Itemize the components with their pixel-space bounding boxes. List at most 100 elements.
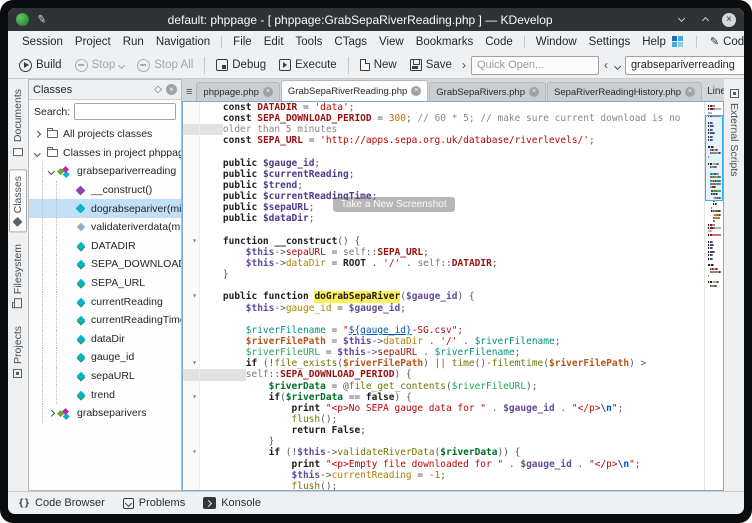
- minimize-icon[interactable]: [674, 13, 688, 27]
- code-token: =: [372, 113, 389, 124]
- fold-marker-icon[interactable]: ▾: [183, 392, 200, 403]
- menu-settings[interactable]: Settings: [583, 34, 637, 50]
- document-list-icon[interactable]: ≡: [184, 86, 196, 101]
- quick-open-input[interactable]: [471, 56, 599, 75]
- tree-item-grabsepariverreading[interactable]: grabsepariverreading: [29, 162, 181, 181]
- minimap-line: [707, 217, 721, 219]
- menu-help[interactable]: Help: [636, 34, 672, 50]
- tree-item-sepa-download-period[interactable]: SEPA_DOWNLOAD_PERIOD: [29, 255, 181, 274]
- tab-close-icon[interactable]: ×: [685, 87, 695, 97]
- field-icon: [74, 354, 87, 360]
- search-options-icon[interactable]: [613, 58, 622, 72]
- save-button[interactable]: Save: [405, 56, 457, 74]
- tree-item-sepaurl[interactable]: sepaURL: [29, 367, 181, 386]
- tab-grabseparivers-php[interactable]: GrabSepaRivers.php×: [429, 82, 546, 101]
- tree-item-currentreading[interactable]: currentReading: [29, 292, 181, 311]
- code-token: ;: [515, 347, 521, 358]
- tab-grabsepariverreading-php[interactable]: GrabSepaRiverReading.php×: [281, 80, 428, 101]
- tree-item-classes-in-project-phppage[interactable]: Classes in project phppage: [29, 144, 181, 163]
- minimap-scrollbar[interactable]: [704, 102, 723, 490]
- titlebar[interactable]: ✎ default: phppage - [ phppage:GrabSepaR…: [8, 8, 744, 31]
- menu-ctags[interactable]: CTags: [328, 34, 373, 50]
- debug-button[interactable]: Debug: [211, 56, 271, 74]
- expander-right-icon[interactable]: [33, 132, 42, 137]
- tree-item-trend[interactable]: trend: [29, 385, 181, 404]
- classes-search-input[interactable]: [74, 103, 176, 120]
- search-prev-button[interactable]: ‹: [602, 58, 610, 72]
- toolview-tab-documents[interactable]: Documents: [10, 83, 26, 163]
- menu-project[interactable]: Project: [69, 34, 117, 50]
- tree-item-datadir[interactable]: DATADIR: [29, 237, 181, 256]
- panel-close-icon[interactable]: ×: [166, 84, 177, 95]
- dropdown-chevron-icon[interactable]: [119, 59, 124, 71]
- tab-close-icon[interactable]: ×: [529, 87, 539, 97]
- menu-window[interactable]: Window: [530, 34, 583, 50]
- code-menu-button[interactable]: ✎ Code: [710, 35, 744, 48]
- tree-item-construct[interactable]: __construct(): [29, 181, 181, 200]
- expander-right-icon[interactable]: [47, 411, 56, 416]
- execute-button[interactable]: Execute: [274, 56, 342, 74]
- menu-view[interactable]: View: [373, 34, 410, 50]
- menu-bookmarks[interactable]: Bookmarks: [410, 34, 480, 50]
- tree-item-label: validateriverdata(mixed): [91, 221, 181, 233]
- menu-tools[interactable]: Tools: [290, 34, 329, 50]
- menu-code[interactable]: Code: [479, 34, 519, 50]
- tree-item-label: grabsepariverreading: [77, 165, 176, 177]
- tab-close-icon[interactable]: ×: [411, 86, 421, 96]
- stopall-icon: [137, 59, 150, 72]
- tab-separiverreadinghistory-php[interactable]: SepaRiverReadingHistory.php×: [547, 82, 702, 101]
- grid-icon[interactable]: [672, 36, 683, 47]
- menu-edit[interactable]: Edit: [258, 34, 290, 50]
- menu-file[interactable]: File: [227, 34, 258, 50]
- tree-item-all-projects-classes[interactable]: All projects classes: [29, 125, 181, 144]
- toolview-tab-label: Documents: [12, 89, 24, 142]
- minimap-viewport[interactable]: [705, 115, 723, 201]
- toolview-tab-external-scripts[interactable]: External Scripts: [726, 83, 742, 183]
- toolview-tab-projects[interactable]: Projects: [10, 320, 26, 384]
- code-token: '/': [440, 336, 457, 347]
- expander-down-icon[interactable]: [47, 169, 56, 174]
- maximize-icon[interactable]: [698, 13, 712, 27]
- close-icon[interactable]: ×: [722, 13, 736, 27]
- panel-detach-icon[interactable]: ◇: [154, 84, 162, 95]
- gutter-cell: [183, 180, 200, 191]
- indent: [200, 258, 246, 269]
- konsole-button[interactable]: Konsole: [203, 497, 261, 509]
- problems-button[interactable]: Problems: [123, 497, 185, 509]
- fold-marker-icon[interactable]: ▾: [183, 291, 200, 302]
- tree-item-gauge-id[interactable]: gauge_id: [29, 348, 181, 367]
- fold-marker-icon[interactable]: ▾: [183, 236, 200, 247]
- build-button[interactable]: Build: [14, 56, 67, 75]
- menu-run[interactable]: Run: [117, 34, 150, 50]
- search-input[interactable]: [625, 56, 744, 75]
- minimap-line: [707, 271, 721, 273]
- code-browser-button[interactable]: {}Code Browser: [18, 497, 105, 509]
- gutter-cell: [183, 347, 200, 358]
- code-token: // 60 * 5; // make sure current download…: [417, 113, 680, 124]
- tree-item-validateriverdata-mixed[interactable]: validateriverdata(mixed): [29, 218, 181, 237]
- code-token: ->: [274, 258, 285, 269]
- toolview-tab-filesystem[interactable]: Filesystem: [10, 238, 26, 313]
- tree-item-currentreadingtime[interactable]: currentReadingTime: [29, 311, 181, 330]
- tree-item-label: SEPA_URL: [91, 277, 145, 289]
- tree-item-grabseparivers[interactable]: grabseparivers: [29, 404, 181, 423]
- tab-close-icon[interactable]: ×: [263, 87, 273, 97]
- menu-session[interactable]: Session: [16, 34, 69, 50]
- editor[interactable]: const DATADIR = 'data';const SEPA_DOWNLO…: [182, 101, 724, 491]
- tree-item-dograbsepariver-mixed[interactable]: dograbsepariver(mixed): [29, 199, 181, 218]
- new-button[interactable]: New: [355, 56, 402, 74]
- toolview-tab-classes[interactable]: Classes: [9, 169, 27, 232]
- tab-phppage-php[interactable]: phppage.php×: [196, 82, 279, 101]
- tree-item-sepa-url[interactable]: SEPA_URL: [29, 274, 181, 293]
- tree-item-datadir[interactable]: dataDir: [29, 330, 181, 349]
- code-line: public $trend;: [183, 180, 704, 191]
- toolbar-overflow-icon[interactable]: ›: [460, 58, 468, 72]
- expander-down-icon[interactable]: [33, 151, 42, 156]
- fold-marker-icon[interactable]: ▾: [183, 447, 200, 458]
- code-token: ;: [309, 213, 315, 224]
- fold-marker-icon[interactable]: ▾: [183, 358, 200, 369]
- menubar-separator: [696, 36, 697, 48]
- code-line: ▾public function doGrabSepaRiver($gauge_…: [183, 291, 704, 302]
- menu-navigation[interactable]: Navigation: [150, 34, 216, 50]
- code-area[interactable]: const DATADIR = 'data';const SEPA_DOWNLO…: [183, 102, 704, 490]
